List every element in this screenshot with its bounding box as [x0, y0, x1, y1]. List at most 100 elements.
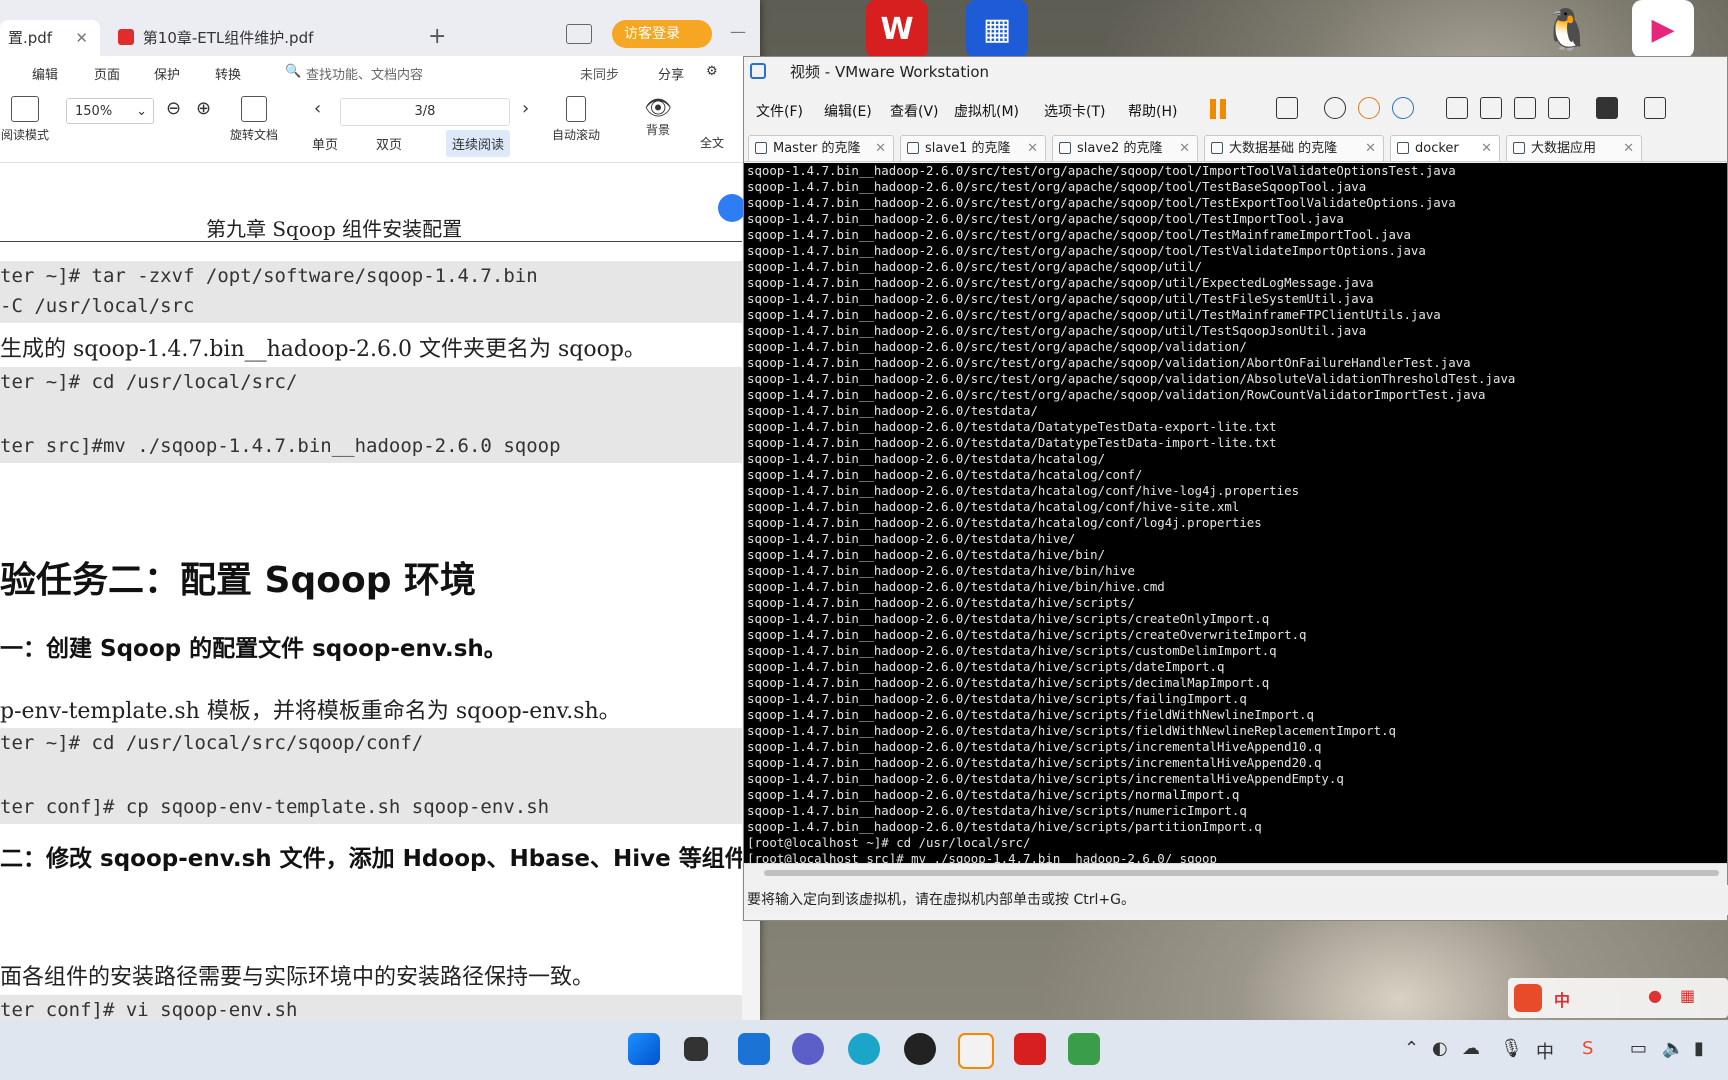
prev-page-icon[interactable]: ‹: [314, 98, 321, 119]
terminal-line: sqoop-1.4.7.bin__hadoop-2.6.0/src/test/o…: [747, 227, 1411, 242]
zoom-out-icon[interactable]: ⊖: [166, 98, 181, 119]
edge-icon[interactable]: [848, 1033, 880, 1065]
video-app-desktop-icon[interactable]: ▶: [1632, 0, 1694, 58]
chevron-up-icon[interactable]: ⌃: [1404, 1038, 1419, 1059]
menu-help[interactable]: 帮助(H): [1128, 101, 1177, 121]
keyboard-icon[interactable]: ▦: [1680, 986, 1695, 1005]
send-keys-icon[interactable]: [1276, 97, 1298, 119]
ime-toolbar[interactable]: 中 ● ▦: [1508, 978, 1728, 1018]
close-icon[interactable]: ✕: [1365, 136, 1376, 162]
menu-tabs[interactable]: 选项卡(T): [1044, 101, 1105, 121]
terminal-line: sqoop-1.4.7.bin__hadoop-2.6.0/testdata/h…: [747, 691, 1247, 706]
horizontal-scrollbar[interactable]: [744, 863, 1727, 884]
terminal-line: sqoop-1.4.7.bin__hadoop-2.6.0/src/test/o…: [747, 259, 1203, 274]
wps-desktop-icon[interactable]: W: [866, 0, 928, 58]
close-icon[interactable]: ✕: [1027, 136, 1038, 162]
vm-tab[interactable]: 大数据基础 的克隆 ✕: [1204, 135, 1384, 161]
chat-icon[interactable]: [792, 1033, 824, 1065]
search-icon[interactable]: 🔍: [285, 64, 301, 79]
menu-protect[interactable]: 保护: [154, 64, 180, 83]
sidebar-toggle-icon[interactable]: [1446, 97, 1468, 119]
vm-tab[interactable]: 大数据应用 ✕: [1506, 135, 1642, 161]
close-icon[interactable]: ✕: [1623, 136, 1634, 162]
pause-icon[interactable]: [1210, 99, 1216, 119]
console-icon[interactable]: [1596, 97, 1618, 119]
vm-tab[interactable]: slave1 的克隆 ✕: [900, 135, 1046, 161]
zoom-value: 150%: [75, 104, 113, 119]
login-button[interactable]: 访客登录: [612, 20, 712, 48]
scroll-thumb[interactable]: [764, 870, 1719, 876]
menu-edit[interactable]: 编辑: [32, 64, 58, 83]
mic-icon[interactable]: ●: [1648, 986, 1662, 1005]
wps-taskbar-icon[interactable]: [1014, 1033, 1046, 1065]
terminal-line: sqoop-1.4.7.bin__hadoop-2.6.0/src/test/o…: [747, 291, 1374, 306]
tray-app-icon[interactable]: ◐: [1432, 1038, 1448, 1059]
read-mode-button[interactable]: 阅读模式: [0, 96, 50, 143]
auto-scroll-button[interactable]: 自动滚动: [552, 96, 600, 143]
new-tab-button[interactable]: +: [428, 24, 446, 49]
menu-vm[interactable]: 虚拟机(M): [954, 101, 1019, 121]
close-icon[interactable]: ✕: [1481, 136, 1492, 162]
battery-icon[interactable]: ▮: [1694, 1038, 1704, 1059]
subsection-heading: 二：修改 sqoop-env.sh 文件，添加 Hdoop、Hbase、Hive…: [0, 846, 742, 872]
microphone-icon[interactable]: 🎙: [1500, 1038, 1523, 1059]
terminal-line: sqoop-1.4.7.bin__hadoop-2.6.0/testdata/h…: [747, 563, 1135, 578]
display-icon[interactable]: ▭: [1630, 1038, 1647, 1059]
menu-view[interactable]: 查看(V): [890, 101, 939, 121]
unity-icon[interactable]: [1548, 97, 1570, 119]
vm-tab[interactable]: docker ✕: [1390, 135, 1500, 161]
translate-float-icon[interactable]: [718, 194, 746, 222]
camera-app-icon[interactable]: [1068, 1033, 1100, 1065]
continuous-read-button[interactable]: 连续阅读: [446, 130, 511, 157]
single-page-button[interactable]: 单页: [312, 134, 338, 153]
vm-tab-label: 大数据基础 的克隆: [1229, 141, 1338, 156]
menu-convert[interactable]: 转换: [215, 64, 241, 83]
full-text-button[interactable]: 全文: [700, 134, 724, 151]
close-icon[interactable]: ✕: [875, 136, 886, 162]
settings-icon[interactable]: ⚙: [706, 64, 718, 79]
cloud-icon[interactable]: ☁: [1462, 1038, 1480, 1059]
share-button[interactable]: 分享: [658, 64, 684, 83]
store-desktop-icon[interactable]: ▦: [966, 0, 1028, 58]
double-page-button[interactable]: 双页: [376, 134, 402, 153]
fullscreen-icon[interactable]: [1514, 97, 1536, 119]
zoom-select[interactable]: 150% ⌄: [66, 98, 154, 124]
single-page-label: 单页: [312, 138, 339, 153]
snapshot-restore-icon[interactable]: [1358, 97, 1380, 119]
task-view-icon[interactable]: [684, 1037, 708, 1061]
widgets-icon[interactable]: [738, 1033, 770, 1065]
next-page-icon[interactable]: ›: [522, 98, 529, 119]
sogou-tray-icon[interactable]: S: [1582, 1038, 1593, 1059]
snapshot-manager-icon[interactable]: [1392, 97, 1414, 119]
minimize-icon[interactable]: —: [730, 22, 746, 41]
background-button[interactable]: 👁 背景: [644, 96, 672, 138]
book-icon: [11, 96, 39, 122]
vm-console[interactable]: sqoop-1.4.7.bin__hadoop-2.6.0/src/test/o…: [744, 163, 1727, 863]
tab-pdf-2[interactable]: 第10章-ETL组件维护.pdf: [110, 20, 420, 56]
obs-icon[interactable]: [904, 1033, 936, 1065]
zoom-in-icon[interactable]: ⊕: [196, 98, 211, 119]
search-input[interactable]: 查找功能、文档内容: [306, 64, 423, 83]
tab-pdf-1[interactable]: 置.pdf ✕: [0, 20, 100, 56]
rotate-button[interactable]: 旋转文档: [230, 96, 278, 143]
input-method-icon[interactable]: 中: [1536, 1038, 1554, 1064]
qq-desktop-icon[interactable]: 🐧: [1536, 0, 1598, 58]
sync-status[interactable]: 未同步: [580, 64, 619, 83]
page-input[interactable]: 3/8: [340, 98, 510, 126]
thumbnail-icon[interactable]: [1480, 97, 1502, 119]
menu-page[interactable]: 页面: [94, 64, 120, 83]
vmware-taskbar-icon[interactable]: [958, 1033, 994, 1069]
volume-icon[interactable]: 🔈: [1662, 1038, 1684, 1059]
menu-file[interactable]: 文件(F): [756, 101, 803, 121]
start-icon[interactable]: [628, 1033, 660, 1065]
window-layout-icon[interactable]: [566, 24, 592, 44]
vm-tab[interactable]: slave2 的克隆 ✕: [1052, 135, 1198, 161]
menu-edit[interactable]: 编辑(E): [824, 101, 872, 121]
vm-tab[interactable]: Master 的克隆 ✕: [748, 135, 894, 161]
terminal-line: sqoop-1.4.7.bin__hadoop-2.6.0/src/test/o…: [747, 371, 1516, 386]
snapshot-icon[interactable]: [1324, 97, 1346, 119]
stretch-icon[interactable]: [1644, 97, 1666, 119]
close-icon[interactable]: ✕: [1179, 136, 1190, 162]
ime-lang[interactable]: 中: [1554, 987, 1570, 1011]
close-icon[interactable]: ✕: [75, 20, 88, 56]
